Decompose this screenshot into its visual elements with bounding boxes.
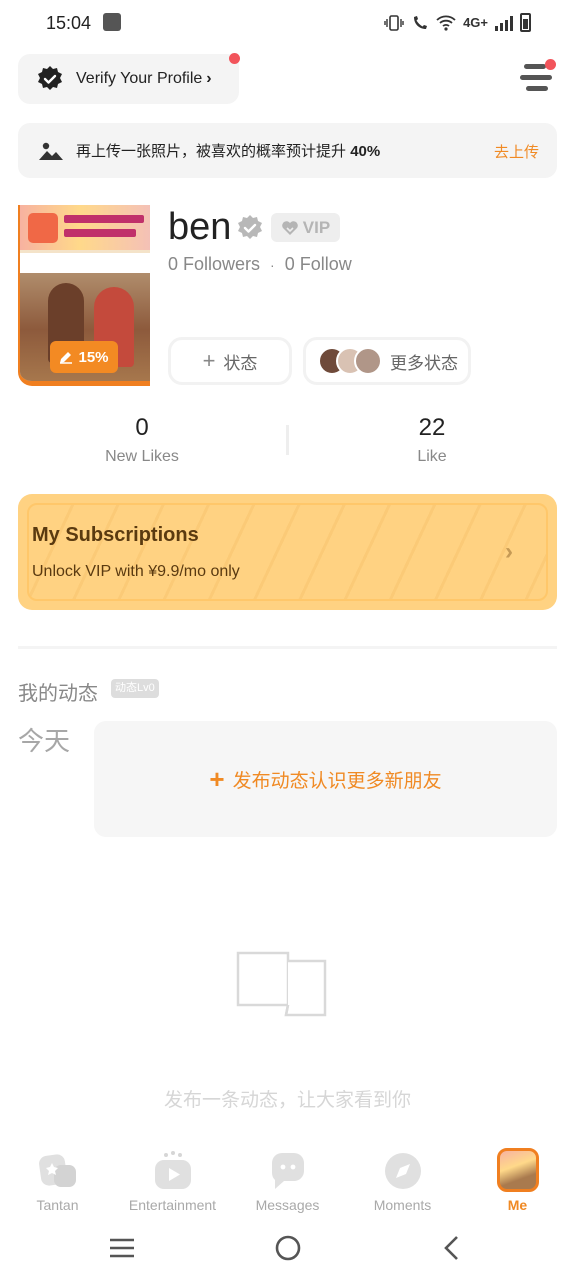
nav-moments[interactable]: Moments: [345, 1140, 460, 1220]
go-upload-link[interactable]: 去上传: [494, 141, 539, 162]
recent-apps-icon[interactable]: [108, 1236, 136, 1260]
notification-icon: [103, 13, 121, 31]
empty-book-icon: [236, 951, 327, 1017]
section-divider: [18, 646, 557, 649]
plus-icon: +: [202, 348, 216, 373]
follow-stats: 0 Followers · 0 Follow: [168, 254, 352, 275]
upload-banner-text: 再上传一张照片，被喜欢的概率预计提升 40%: [76, 143, 381, 160]
tantan-icon: [39, 1154, 76, 1187]
post-moment-button[interactable]: + 发布动态认识更多新朋友: [94, 721, 557, 837]
like-value: 22: [418, 414, 446, 441]
edit-pencil-icon: [60, 352, 73, 364]
followers-count[interactable]: 0 Followers: [168, 254, 260, 275]
call-wifi-icon: [414, 15, 428, 29]
nav-tantan-label: Tantan: [36, 1197, 79, 1213]
wifi-icon: [436, 15, 456, 31]
heart-vip-icon: [281, 220, 298, 235]
profile-completion-badge[interactable]: 15%: [50, 341, 118, 373]
subscriptions-subtitle: Unlock VIP with ¥9.9/mo only: [32, 563, 240, 580]
vip-badge[interactable]: VIP: [271, 213, 340, 242]
vip-label: VIP: [302, 217, 331, 237]
like-label: Like: [417, 448, 447, 465]
today-label: 今天: [18, 726, 71, 756]
upload-banner-percent: 40%: [350, 143, 381, 160]
bottom-nav: Tantan Entertainment Messages Moments Me: [0, 1140, 575, 1220]
new-likes-value: 0: [135, 414, 149, 441]
chevron-right-icon: ›: [206, 70, 212, 87]
verified-badge-icon: [38, 66, 62, 90]
subscriptions-card[interactable]: [18, 494, 557, 610]
add-status-label: 状态: [223, 353, 258, 373]
back-icon[interactable]: [442, 1235, 462, 1261]
nav-entertainment[interactable]: Entertainment: [115, 1140, 230, 1220]
battery-icon: [520, 13, 531, 32]
chevron-right-icon: ›: [505, 538, 513, 565]
stats-divider: [286, 425, 289, 455]
moments-level-badge: 动态Lv0: [111, 679, 159, 698]
nav-me-label: Me: [507, 1197, 528, 1213]
empty-moments-text: 发布一条动态，让大家看到你: [163, 1090, 411, 1111]
verify-profile-button[interactable]: Verify Your Profile ›: [18, 54, 239, 104]
profile-completion-value: 15%: [78, 348, 109, 366]
add-status-button[interactable]: + 状态: [168, 337, 292, 385]
home-icon[interactable]: [274, 1234, 302, 1262]
my-moments-title: 我的动态: [18, 683, 98, 705]
profile-avatar-icon: [497, 1148, 539, 1192]
menu-notification-dot: [545, 59, 556, 70]
avatar-banner-image: [20, 205, 150, 250]
follow-count[interactable]: 0 Follow: [285, 254, 352, 275]
new-likes-stat[interactable]: 0 New Likes: [67, 414, 217, 466]
status-icons: 4G+: [384, 13, 531, 32]
like-stat[interactable]: 22 Like: [357, 414, 507, 466]
status-avatars: [318, 347, 382, 375]
upload-photo-banner[interactable]: 再上传一张照片，被喜欢的概率预计提升 40% 去上传: [18, 123, 557, 178]
network-type: 4G+: [463, 15, 488, 30]
signal-icon: [495, 15, 513, 31]
nav-entertainment-label: Entertainment: [128, 1197, 217, 1213]
verified-check-icon[interactable]: [236, 214, 264, 242]
post-moment-label: 发布动态认识更多新朋友: [232, 770, 442, 792]
nav-messages-label: Messages: [255, 1197, 320, 1213]
new-likes-label: New Likes: [105, 448, 179, 465]
more-status-label: 更多状态: [390, 353, 458, 373]
subscriptions-title: My Subscriptions: [32, 524, 199, 546]
nav-me[interactable]: Me: [460, 1140, 575, 1220]
nav-moments-label: Moments: [373, 1197, 432, 1213]
status-bar: 15:04 4G+: [0, 0, 575, 48]
chat-bubble-icon: [272, 1153, 304, 1189]
landscape-photo-icon: [39, 142, 63, 160]
plus-icon: +: [209, 763, 225, 794]
nav-tantan[interactable]: Tantan: [0, 1140, 115, 1220]
separator-dot: ·: [270, 256, 275, 273]
compass-icon: [385, 1153, 421, 1189]
play-tv-icon: [155, 1151, 191, 1189]
username: ben: [168, 206, 232, 248]
verify-profile-label: Verify Your Profile: [76, 70, 203, 87]
nav-messages[interactable]: Messages: [230, 1140, 345, 1220]
system-nav-bar: [0, 1222, 575, 1280]
status-time: 15:04: [46, 13, 92, 33]
vibrate-icon: [384, 14, 404, 31]
more-status-button[interactable]: 更多状态: [303, 337, 471, 385]
menu-lines-icon: [524, 64, 546, 69]
notification-dot: [229, 53, 240, 64]
